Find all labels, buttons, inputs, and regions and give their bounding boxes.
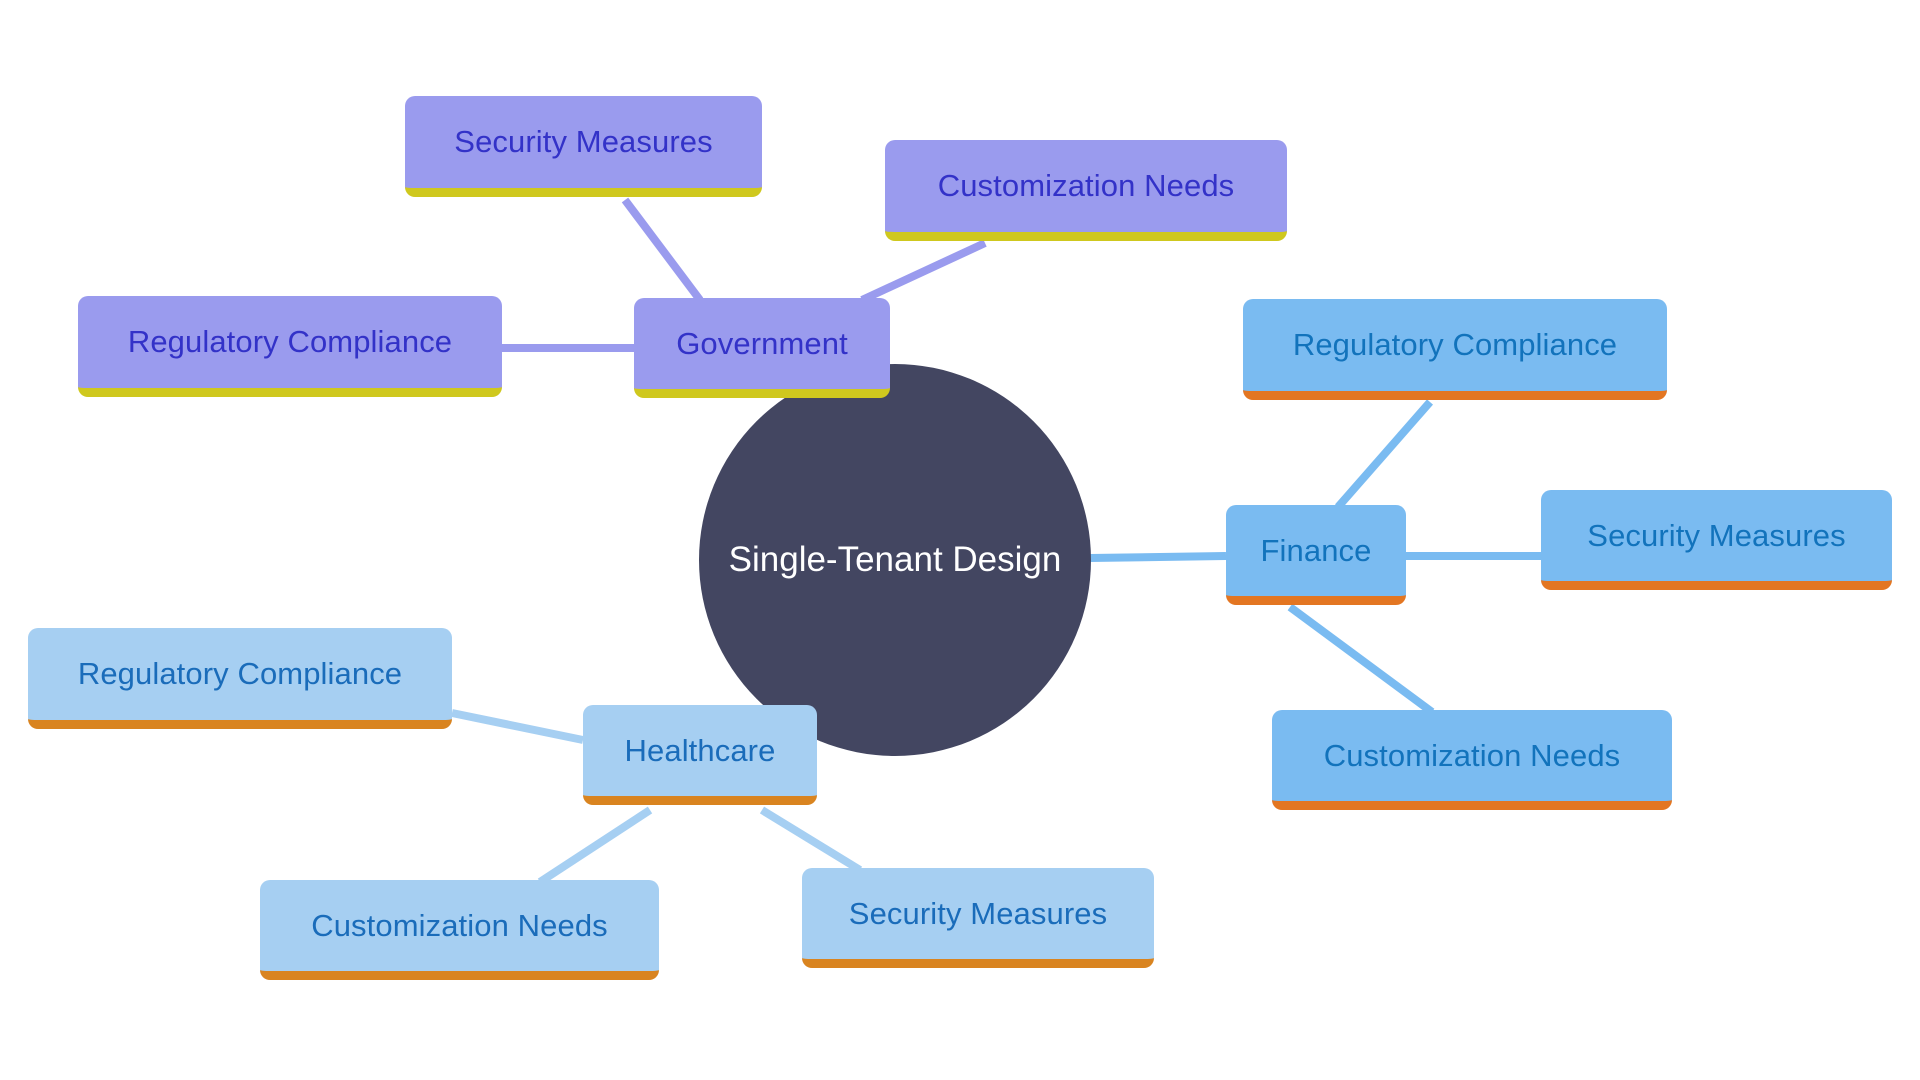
edge-government-customization (860, 239, 987, 304)
edge-finance-customization (1287, 603, 1435, 716)
mindmap-canvas: Single-Tenant Design Government Security… (0, 0, 1920, 1080)
edge-government-security (621, 197, 704, 303)
edge-root-finance (1089, 552, 1227, 562)
leaf-node-healthcare-regulatory-compliance-label: Regulatory Compliance (77, 656, 403, 691)
leaf-node-government-regulatory-compliance-label: Regulatory Compliance (127, 324, 453, 359)
edge-healthcare-customization (537, 806, 653, 886)
leaf-node-healthcare-customization-needs-label: Customization Needs (311, 907, 608, 943)
leaf-node-government-customization-needs[interactable]: Customization Needs (885, 140, 1287, 241)
edge-finance-regulatory (1334, 399, 1434, 510)
leaf-node-government-customization-needs-label: Customization Needs (937, 168, 1235, 203)
leaf-node-finance-customization-needs[interactable]: Customization Needs (1272, 710, 1672, 810)
leaf-node-finance-security-measures[interactable]: Security Measures (1541, 490, 1892, 590)
root-node[interactable]: Single-Tenant Design (699, 364, 1091, 756)
branch-node-finance-label: Finance (1260, 532, 1372, 568)
branch-node-government-label: Government (676, 325, 848, 361)
leaf-node-healthcare-customization-needs[interactable]: Customization Needs (260, 880, 659, 980)
leaf-node-government-security-measures[interactable]: Security Measures (405, 96, 762, 197)
edge-healthcare-security (759, 806, 863, 874)
root-node-label: Single-Tenant Design (728, 540, 1062, 579)
branch-node-government[interactable]: Government (634, 298, 890, 398)
branch-node-healthcare-label: Healthcare (624, 732, 776, 768)
leaf-node-finance-customization-needs-label: Customization Needs (1323, 737, 1621, 773)
leaf-node-finance-regulatory-compliance[interactable]: Regulatory Compliance (1243, 299, 1667, 400)
leaf-node-healthcare-security-measures-label: Security Measures (848, 895, 1108, 931)
leaf-node-government-regulatory-compliance[interactable]: Regulatory Compliance (78, 296, 502, 397)
leaf-node-healthcare-regulatory-compliance[interactable]: Regulatory Compliance (28, 628, 452, 729)
edge-healthcare-regulatory (451, 709, 584, 744)
branch-node-healthcare[interactable]: Healthcare (583, 705, 817, 805)
leaf-node-finance-security-measures-label: Security Measures (1587, 517, 1846, 553)
branch-node-finance[interactable]: Finance (1226, 505, 1406, 605)
leaf-node-healthcare-security-measures[interactable]: Security Measures (802, 868, 1154, 968)
leaf-node-government-security-measures-label: Security Measures (454, 124, 713, 159)
leaf-node-finance-regulatory-compliance-label: Regulatory Compliance (1292, 327, 1618, 362)
